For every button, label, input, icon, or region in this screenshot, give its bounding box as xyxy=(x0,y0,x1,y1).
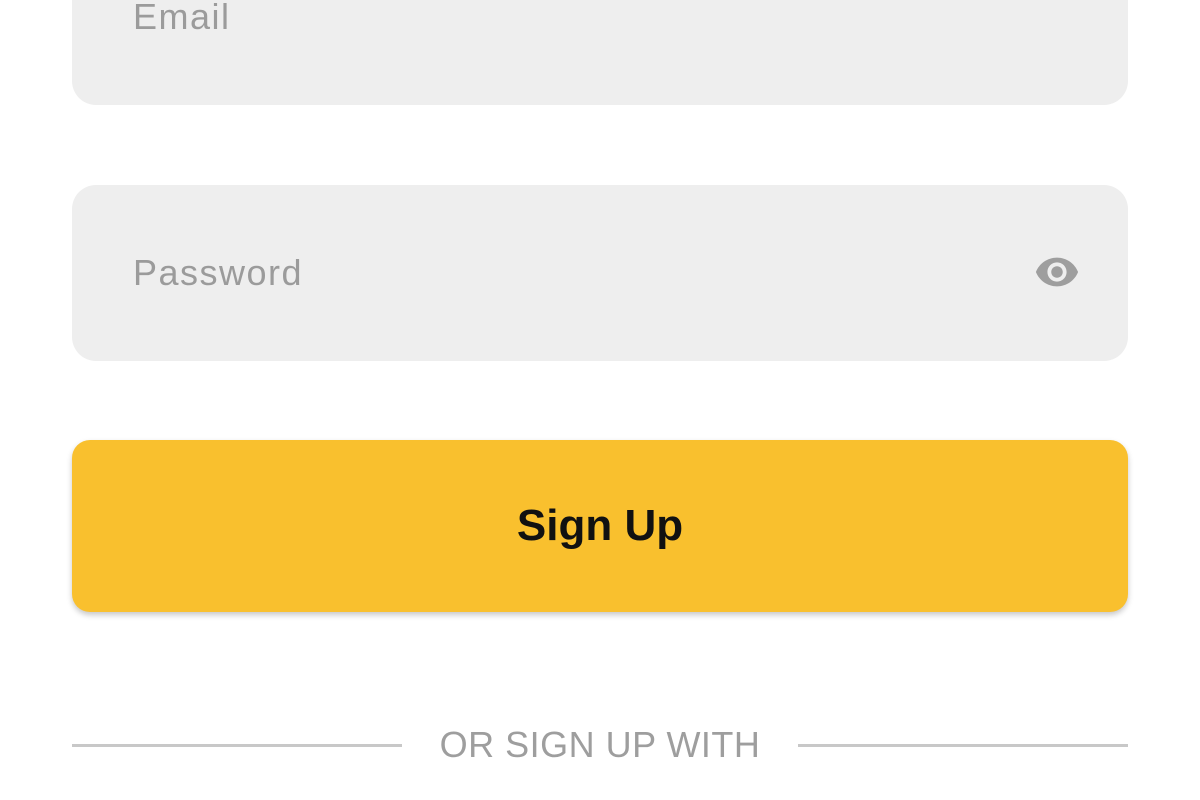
eye-icon xyxy=(1035,257,1079,287)
password-field[interactable] xyxy=(133,249,978,297)
email-field[interactable] xyxy=(133,0,1088,41)
signup-screen: Sign Up OR SIGN UP WITH xyxy=(0,0,1200,800)
password-field-container[interactable] xyxy=(72,185,1128,361)
divider-line-left xyxy=(72,744,402,747)
divider-line-right xyxy=(798,744,1128,747)
sign-up-button[interactable]: Sign Up xyxy=(72,440,1128,612)
show-password-toggle[interactable] xyxy=(1023,248,1091,296)
sign-up-button-label: Sign Up xyxy=(516,501,684,550)
or-sign-up-with-label: OR SIGN UP WITH xyxy=(439,724,761,765)
email-field-container[interactable] xyxy=(72,0,1128,105)
